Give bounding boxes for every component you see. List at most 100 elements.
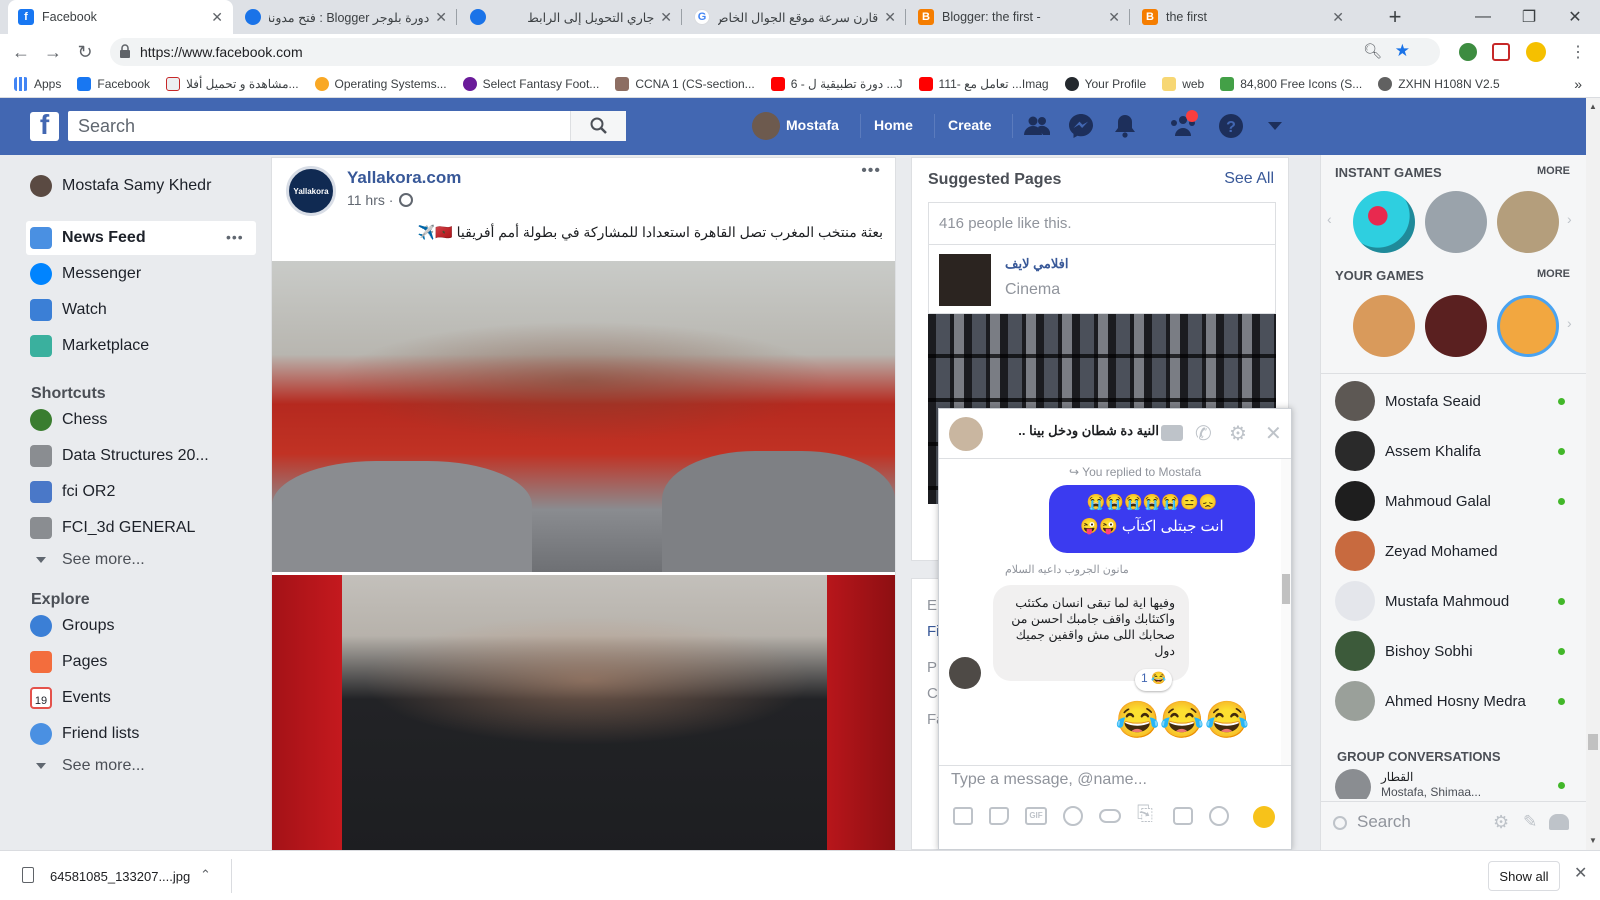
avatar[interactable] <box>949 417 983 451</box>
tab-blogger-course[interactable]: دورة بلوجر Blogger : فتح مدونة و ✕ <box>235 0 457 34</box>
contact-row[interactable]: Zeyad Mohamed <box>1335 531 1498 571</box>
contact-row[interactable]: Bishoy Sobhi <box>1335 631 1565 671</box>
sidebar-item-news-feed[interactable]: News Feed <box>30 227 146 249</box>
sidebar-item-friend-lists[interactable]: Friend lists <box>30 723 139 745</box>
message-input[interactable]: Type a message, @name... <box>951 771 1147 789</box>
instant-games-more[interactable]: MORE <box>1537 165 1570 177</box>
bookmark-youtube-course[interactable]: 6 - دورة تطبيقية ل ...J <box>770 76 903 91</box>
close-tab-icon[interactable]: ✕ <box>660 9 672 26</box>
page-logo[interactable]: Yallakora <box>286 166 336 216</box>
bookmark-router[interactable]: ZXHN H108N V2.5 <box>1378 76 1500 91</box>
gear-icon[interactable]: ⚙ <box>1229 421 1247 446</box>
post-photo-staff-plane[interactable] <box>272 575 895 851</box>
game-icon[interactable] <box>1497 295 1559 357</box>
post-timestamp[interactable]: 11 hrs · <box>347 192 414 208</box>
avatar[interactable] <box>752 112 780 140</box>
contact-row[interactable]: Mustafa Mahmoud <box>1335 581 1565 621</box>
close-icon[interactable]: ✕ <box>1265 421 1282 446</box>
your-games-more[interactable]: MORE <box>1537 268 1570 280</box>
bookmark-star-icon[interactable]: ★ <box>1395 41 1410 61</box>
extension-icon[interactable] <box>1492 43 1510 61</box>
tab-google-speed[interactable]: G قارن سرعة موقع الجوال الخاص بـ ✕ <box>684 0 906 34</box>
forward-icon[interactable]: → <box>40 39 66 65</box>
new-tab-button[interactable]: + <box>1378 0 1412 34</box>
audio-clip-icon[interactable] <box>1209 806 1229 826</box>
chrome-menu-icon[interactable]: ⋮ <box>1570 42 1586 62</box>
help-icon[interactable]: ? <box>1218 113 1244 139</box>
sidebar-item-groups[interactable]: Groups <box>30 615 114 637</box>
friend-requests-icon[interactable] <box>1024 113 1050 139</box>
emoji-icon[interactable] <box>1063 806 1083 826</box>
home-link[interactable]: Home <box>874 117 913 133</box>
close-icon[interactable]: ✕ <box>1574 863 1587 883</box>
chat-search-input[interactable]: Search <box>1357 812 1411 832</box>
scroll-down-icon[interactable]: ▼ <box>1589 836 1597 845</box>
laugh-emoji-message[interactable]: 😂😂😂 <box>1115 699 1249 741</box>
bookmark-apps[interactable]: Apps <box>14 76 61 91</box>
chat-scrollbar-thumb[interactable] <box>1282 574 1290 604</box>
post-photo-team-plane[interactable] <box>272 261 895 572</box>
scroll-up-icon[interactable]: ▲ <box>1589 102 1597 111</box>
create-group-icon[interactable] <box>1549 814 1569 830</box>
game-controller-icon[interactable] <box>1099 809 1121 823</box>
create-link[interactable]: Create <box>948 117 992 133</box>
explore-see-more[interactable]: See more... <box>36 757 145 775</box>
chevron-right-icon[interactable]: › <box>1567 211 1572 227</box>
gear-icon[interactable]: ⚙ <box>1493 812 1509 833</box>
bookmark-os[interactable]: Operating Systems... <box>314 76 447 91</box>
sidebar-item-pages[interactable]: Pages <box>30 651 107 673</box>
bookmark-movies[interactable]: مشاهدة و تحميل أفلا... <box>166 76 299 91</box>
reload-icon[interactable]: ↻ <box>72 39 98 65</box>
chevron-left-icon[interactable]: ‹ <box>1327 211 1332 227</box>
bookmark-facebook[interactable]: Facebook <box>77 76 150 91</box>
scrollbar-thumb[interactable] <box>1588 734 1598 750</box>
sidebar-item-data-structures[interactable]: Data Structures 20... <box>30 445 209 467</box>
tab-blogger-first[interactable]: B Blogger: the first - ✕ <box>908 0 1130 34</box>
quick-emoji-icon[interactable] <box>1253 806 1275 828</box>
minimize-icon[interactable]: — <box>1460 0 1506 34</box>
notifications-bell-icon[interactable] <box>1112 113 1138 139</box>
sidebar-item-marketplace[interactable]: Marketplace <box>30 335 149 357</box>
game-icon[interactable] <box>1497 191 1559 253</box>
close-tab-icon[interactable]: ✕ <box>435 9 447 26</box>
download-item[interactable]: 64581085_133207....jpg ⌃ <box>10 857 230 895</box>
bookmark-youtube-image[interactable]: 111- تعامل مع ...Imag <box>918 76 1049 91</box>
profile-avatar[interactable] <box>1526 42 1546 62</box>
search-button[interactable] <box>570 111 626 141</box>
their-message-bubble[interactable]: وفيها اية لما تبقى انسان مكتئب واكتئابك … <box>993 585 1189 681</box>
gif-icon[interactable]: GIF <box>1025 807 1047 825</box>
chevron-right-icon[interactable]: › <box>1567 315 1572 331</box>
close-tab-icon[interactable]: ✕ <box>211 9 223 26</box>
see-all-link[interactable]: See All <box>1224 170 1274 188</box>
video-call-icon[interactable] <box>1161 425 1183 441</box>
reaction-badge[interactable]: 1 😂 <box>1135 669 1172 691</box>
back-icon[interactable]: ← <box>8 39 34 65</box>
sidebar-item-watch[interactable]: Watch <box>30 299 107 321</box>
contact-row[interactable]: Assem Khalifa <box>1335 431 1565 471</box>
sidebar-item-fci-3d[interactable]: FCI_3d GENERAL <box>30 517 195 539</box>
address-bar[interactable]: https://www.facebook.com 🔍︎ ★ <box>110 38 1440 66</box>
close-tab-icon[interactable]: ✕ <box>1108 9 1120 26</box>
contact-row[interactable]: Mahmoud Galal <box>1335 481 1565 521</box>
page-scrollbar[interactable]: ▲ ▼ <box>1586 98 1600 850</box>
extension-icon[interactable] <box>1459 43 1477 61</box>
game-icon[interactable] <box>1353 191 1415 253</box>
tab-redirect[interactable]: جاري التحويل إلى الرابط ✕ <box>460 0 682 34</box>
restore-icon[interactable]: ❐ <box>1506 0 1552 34</box>
profile-link[interactable]: Mostafa <box>786 117 839 133</box>
suggested-page-name[interactable]: افلامي لايف <box>1005 256 1068 272</box>
shortcuts-see-more[interactable]: See more... <box>36 551 145 569</box>
sidebar-item-fci-or2[interactable]: fci OR2 <box>30 481 115 503</box>
search-input[interactable]: Search <box>68 111 626 141</box>
tab-the-first[interactable]: B the first ✕ <box>1132 0 1354 34</box>
post-options-icon[interactable]: ••• <box>861 162 881 180</box>
facebook-logo-icon[interactable]: f <box>30 112 59 141</box>
bookmark-fantasy[interactable]: Select Fantasy Foot... <box>462 76 599 91</box>
contact-row[interactable]: Mostafa Seaid <box>1335 381 1565 421</box>
chat-title[interactable]: النية دة شطان ودخل بينا .. <box>993 423 1159 439</box>
bookmark-github[interactable]: Your Profile <box>1064 76 1146 91</box>
camera-icon[interactable] <box>1173 807 1193 825</box>
close-tab-icon[interactable]: ✕ <box>884 9 896 26</box>
close-tab-icon[interactable]: ✕ <box>1332 9 1344 26</box>
tab-facebook[interactable]: f Facebook ✕ <box>8 0 233 34</box>
